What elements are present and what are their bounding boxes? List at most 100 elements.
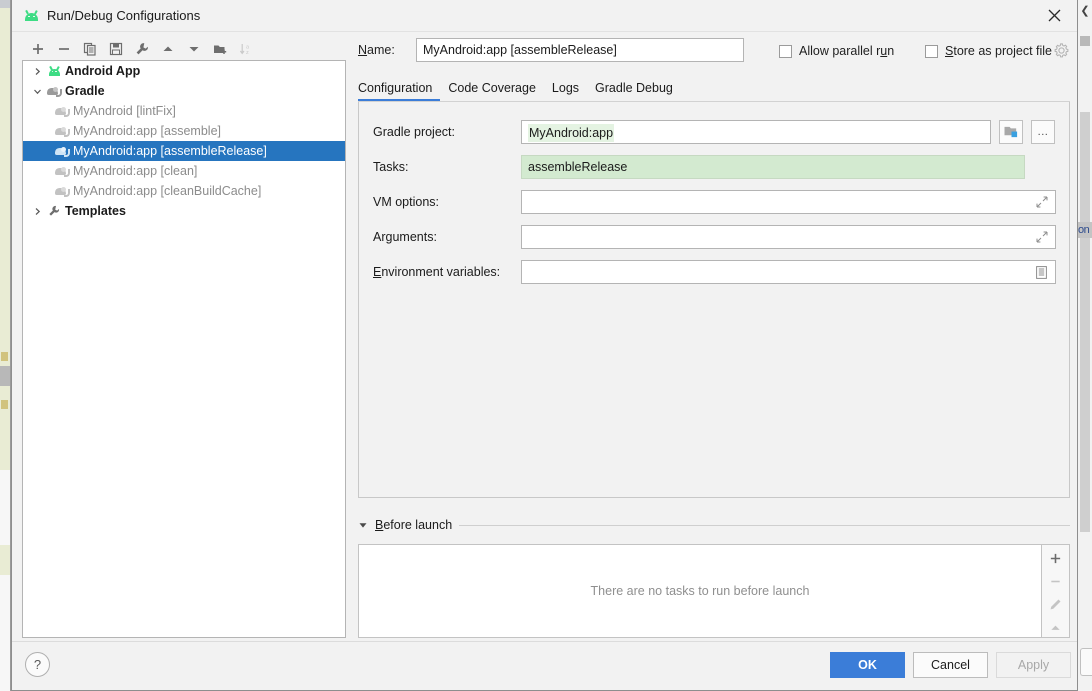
sort-configurations-button[interactable]: a z — [234, 37, 258, 61]
name-input[interactable] — [416, 38, 744, 62]
browse-gradle-project-button[interactable]: ... — [1031, 120, 1055, 144]
background-scrollbar[interactable] — [1080, 112, 1090, 532]
before-launch-header: Before launch — [358, 518, 1070, 532]
android-robot-icon — [24, 9, 39, 21]
tab-gradle-debug[interactable]: Gradle Debug — [587, 81, 681, 102]
dialog-titlebar: Run/Debug Configurations — [12, 0, 1077, 32]
gradle-elephant-icon — [53, 163, 71, 179]
tree-node-myandroid-app-assemble[interactable]: MyAndroid:app [assemble] — [23, 121, 345, 141]
vm-options-input[interactable] — [521, 190, 1056, 214]
copy-configuration-button[interactable] — [78, 37, 102, 61]
gradle-elephant-icon — [53, 183, 71, 199]
remove-configuration-button[interactable] — [52, 37, 76, 61]
background-toolbar-sliver — [0, 0, 10, 8]
tree-node-gradle[interactable]: Gradle — [23, 81, 345, 101]
expand-arrows-icon[interactable] — [1036, 231, 1049, 244]
android-robot-icon — [45, 63, 63, 79]
background-tool-icon — [1080, 36, 1090, 46]
remove-before-launch-task-button[interactable] — [1045, 572, 1067, 591]
tree-node-myandroid-app-clean[interactable]: MyAndroid:app [clean] — [23, 161, 345, 181]
tab-configuration[interactable]: Configuration — [358, 81, 441, 102]
new-folder-button[interactable] — [208, 37, 232, 61]
tree-node-label: MyAndroid:app [assemble] — [73, 124, 221, 138]
dialog-title-group: Run/Debug Configurations — [24, 0, 200, 31]
move-down-button[interactable] — [182, 37, 206, 61]
tasks-input[interactable]: assembleRelease — [521, 155, 1025, 179]
apply-button[interactable]: Apply — [996, 652, 1071, 678]
tree-node-myandroid-lintfix[interactable]: MyAndroid [lintFix] — [23, 101, 345, 121]
svg-text:z: z — [246, 50, 249, 56]
arguments-input[interactable] — [521, 225, 1056, 249]
tree-node-label: MyAndroid:app [clean] — [73, 164, 198, 178]
arguments-row: Arguments: — [373, 225, 1056, 249]
checkbox-box[interactable] — [779, 44, 792, 58]
chevron-down-icon[interactable] — [29, 83, 45, 99]
name-label: Name: — [358, 43, 416, 57]
background-fold-marker — [1, 352, 8, 361]
arguments-label: Arguments: — [373, 230, 437, 244]
checkbox-box[interactable] — [925, 44, 938, 58]
configurations-toolbar: a z — [26, 36, 258, 62]
gradle-project-row: Gradle project: MyAndroid:app ... — [373, 120, 1055, 144]
wrench-icon — [45, 203, 63, 219]
dialog-title: Run/Debug Configurations — [47, 8, 201, 23]
configurations-tree[interactable]: Android App Gradle MyAndroid [lintFix] M… — [22, 60, 346, 638]
chevron-right-icon[interactable] — [29, 203, 45, 219]
gradle-elephant-icon — [53, 143, 71, 159]
tab-logs[interactable]: Logs — [544, 81, 587, 102]
before-launch-empty-message: There are no tasks to run before launch — [590, 584, 810, 598]
allow-parallel-run-label: Allow parallel run — [799, 44, 895, 58]
save-configuration-button[interactable] — [104, 37, 128, 61]
add-configuration-button[interactable] — [26, 37, 50, 61]
tree-node-label: MyAndroid:app [cleanBuildCache] — [73, 184, 262, 198]
background-right-panel: ❮ on — [1077, 0, 1092, 691]
list-edit-icon[interactable] — [1036, 266, 1049, 279]
run-debug-configurations-dialog: Run/Debug Configurations a z Android App… — [11, 0, 1078, 691]
dialog-footer: ? OK Cancel Apply — [12, 641, 1077, 690]
expand-arrows-icon[interactable] — [1036, 196, 1049, 209]
module-folder-icon[interactable] — [999, 120, 1023, 144]
edit-before-launch-task-pencil-icon[interactable] — [1045, 595, 1067, 614]
allow-parallel-run-checkbox[interactable]: Allow parallel run — [779, 44, 894, 58]
move-before-launch-task-up-button[interactable] — [1045, 618, 1067, 637]
tree-node-label: MyAndroid [lintFix] — [73, 104, 176, 118]
tree-node-label: MyAndroid:app [assembleRelease] — [73, 144, 267, 158]
ok-button[interactable]: OK — [830, 652, 905, 678]
background-editor-gutter-left — [0, 0, 11, 691]
tree-node-myandroid-app-cleanbuildcache[interactable]: MyAndroid:app [cleanBuildCache] — [23, 181, 345, 201]
background-row-text: on — [1078, 224, 1090, 236]
gradle-elephant-icon — [45, 83, 63, 99]
edit-templates-wrench-icon[interactable] — [130, 37, 154, 61]
name-mnemonic: N — [358, 43, 368, 57]
environment-variables-label: Environment variables: — [373, 265, 501, 279]
vm-options-label: VM options: — [373, 195, 440, 209]
add-before-launch-task-button[interactable] — [1045, 549, 1067, 568]
vm-options-row: VM options: — [373, 190, 1056, 214]
close-icon[interactable] — [1031, 0, 1077, 31]
tree-node-myandroid-app-assemblerelease[interactable]: MyAndroid:app [assembleRelease] — [23, 141, 345, 161]
background-fold-marker — [1, 400, 8, 409]
gradle-project-value: MyAndroid:app — [528, 124, 615, 142]
background-selected-line — [0, 366, 10, 386]
before-launch-task-list[interactable]: There are no tasks to run before launch — [358, 544, 1042, 638]
environment-variables-row: Environment variables: — [373, 260, 1056, 284]
cancel-button[interactable]: Cancel — [913, 652, 988, 678]
triangle-down-icon[interactable] — [358, 520, 368, 530]
name-row: Name: — [358, 38, 744, 62]
gradle-elephant-icon — [53, 123, 71, 139]
background-lower-panel — [0, 470, 10, 691]
tree-node-android-app[interactable]: Android App — [23, 61, 345, 81]
gear-icon[interactable] — [1054, 43, 1069, 58]
store-as-project-file-checkbox[interactable]: Store as project file — [925, 44, 1052, 58]
environment-variables-input[interactable] — [521, 260, 1056, 284]
tree-node-templates[interactable]: Templates — [23, 201, 345, 221]
gradle-project-input[interactable]: MyAndroid:app — [521, 120, 991, 144]
background-button-sliver — [1080, 648, 1092, 676]
background-lower-highlight — [0, 545, 10, 575]
gradle-elephant-icon — [53, 103, 71, 119]
tab-code-coverage[interactable]: Code Coverage — [440, 81, 544, 102]
help-button[interactable]: ? — [25, 652, 50, 677]
chevron-right-icon[interactable] — [29, 63, 45, 79]
tree-node-label: Gradle — [65, 84, 105, 98]
move-up-button[interactable] — [156, 37, 180, 61]
